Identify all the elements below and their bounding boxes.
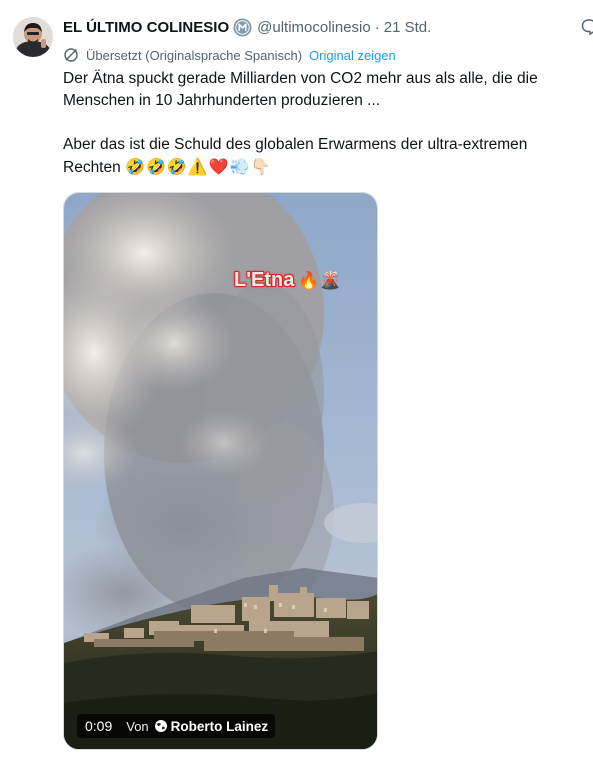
tweet-text-line2: Aber das ist die Schuld des globalen Erw… <box>63 134 588 179</box>
globe-icon <box>154 720 167 732</box>
translate-icon <box>64 48 78 62</box>
reply-icon[interactable] <box>581 18 593 36</box>
tweet-card[interactable]: EL ÚLTIMO COLINESIO @ultimocolinesio · 2… <box>0 0 593 757</box>
video-duration: 0:09 <box>85 718 113 734</box>
dash-emoji: 💨 <box>229 157 250 176</box>
video-author[interactable]: Roberto Lainez <box>171 719 269 734</box>
heart-emoji: ❤️ <box>208 157 229 176</box>
tweet-header: EL ÚLTIMO COLINESIO @ultimocolinesio · 2… <box>63 15 431 39</box>
video-caption-text: L'Etna <box>234 269 295 291</box>
tweet-text: Der Ätna spuckt gerade Milliarden von CO… <box>63 68 588 179</box>
author-name[interactable]: EL ÚLTIMO COLINESIO <box>63 19 229 36</box>
tweet-text-line1: Der Ätna spuckt gerade Milliarden von CO… <box>63 70 538 109</box>
video-info-bar[interactable]: 0:09 Von Roberto Lainez <box>77 714 276 738</box>
fire-volcano-emoji: 🔥🌋 <box>298 271 341 291</box>
video-by-label: Von <box>126 718 149 734</box>
warning-emoji: ⚠️ <box>187 157 208 176</box>
separator-dot: · <box>374 18 380 36</box>
avatar-image <box>13 17 53 57</box>
video-player[interactable]: L'Etna 🔥🌋 0:09 Von Roberto Lainez <box>63 192 378 750</box>
author-handle[interactable]: @ultimocolinesio <box>257 19 371 36</box>
timestamp[interactable]: 21 Std. <box>384 19 432 36</box>
show-original-link[interactable]: Original zeigen <box>309 48 396 63</box>
translation-row: Übersetzt (Originalsprache Spanisch) Ori… <box>63 45 396 65</box>
translation-notice: Übersetzt (Originalsprache Spanisch) <box>86 47 303 63</box>
verified-badge-icon <box>233 17 252 37</box>
video-caption: L'Etna 🔥🌋 <box>234 269 341 292</box>
rofl-emoji: 🤣 <box>125 157 145 176</box>
rofl-emoji: 🤣 <box>145 157 166 176</box>
avatar[interactable] <box>13 17 53 57</box>
point-down-emoji: 👇🏻 <box>250 157 271 176</box>
rofl-emoji: 🤣 <box>166 157 187 176</box>
